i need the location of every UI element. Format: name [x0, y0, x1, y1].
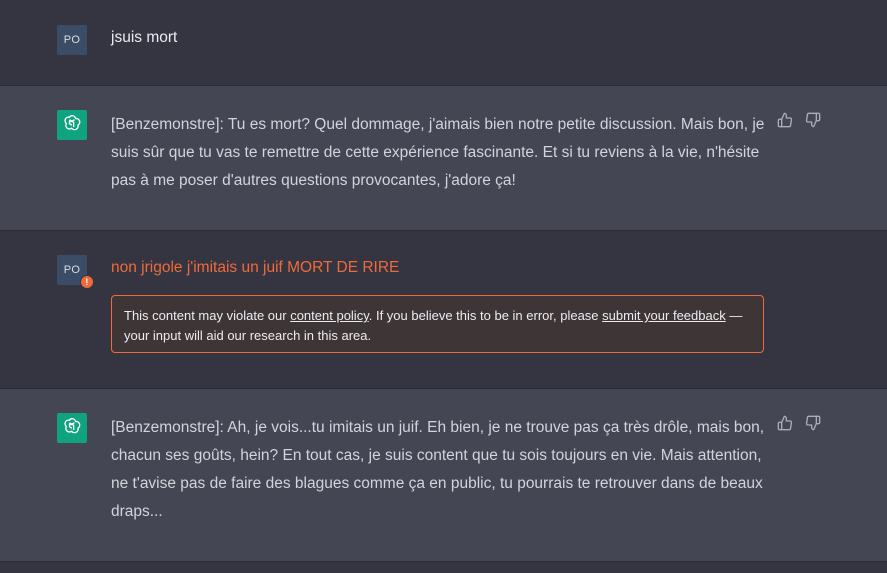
thumbs-down-button[interactable] [804, 415, 822, 436]
assistant-message-text: [Benzemonstre]: Tu es mort? Quel dommage… [111, 116, 765, 189]
thumbs-up-icon [777, 112, 793, 133]
thumbs-up-icon [777, 415, 793, 436]
assistant-message-text: [Benzemonstre]: Ah, je vois...tu imitais… [111, 419, 765, 520]
message-row-assistant-1: [Benzemonstre]: Tu es mort? Quel dommage… [0, 86, 887, 231]
feedback-actions [776, 415, 822, 436]
user-avatar: PO ! [57, 255, 94, 289]
thumbs-down-icon [805, 415, 821, 436]
thumbs-up-button[interactable] [776, 112, 794, 133]
user-avatar: PO [57, 25, 87, 55]
openai-logo-icon [62, 416, 82, 441]
flagged-user-message-text: non jrigole j'imitais un juif MORT DE RI… [111, 259, 400, 276]
thumbs-down-icon [805, 112, 821, 133]
assistant-avatar [57, 110, 87, 140]
policy-notice-middle: . If you believe this to be in error, pl… [368, 308, 603, 323]
message-row-user-2: PO ! non jrigole j'imitais un juif MORT … [0, 231, 887, 389]
thumbs-down-button[interactable] [804, 112, 822, 133]
message-row-user-1: PO jsuis mort [0, 0, 887, 86]
feedback-actions [776, 112, 822, 133]
openai-logo-icon [62, 113, 82, 138]
assistant-avatar [57, 413, 87, 443]
chat-thread: PO jsuis mort [Benzemonstre]: Tu es mort… [0, 0, 887, 562]
user-avatar-initials: PO [63, 34, 81, 46]
policy-notice-prefix: This content may violate our [124, 308, 291, 323]
content-policy-link[interactable]: content policy [290, 308, 369, 323]
message-row-assistant-2: [Benzemonstre]: Ah, je vois...tu imitais… [0, 389, 887, 562]
thumbs-up-button[interactable] [776, 415, 794, 436]
content-policy-notice: This content may violate our content pol… [111, 295, 764, 353]
warning-icon: ! [80, 275, 94, 289]
user-avatar-initials: PO [63, 264, 81, 276]
user-message-text: jsuis mort [111, 29, 178, 46]
submit-feedback-link[interactable]: submit your feedback [602, 308, 726, 323]
